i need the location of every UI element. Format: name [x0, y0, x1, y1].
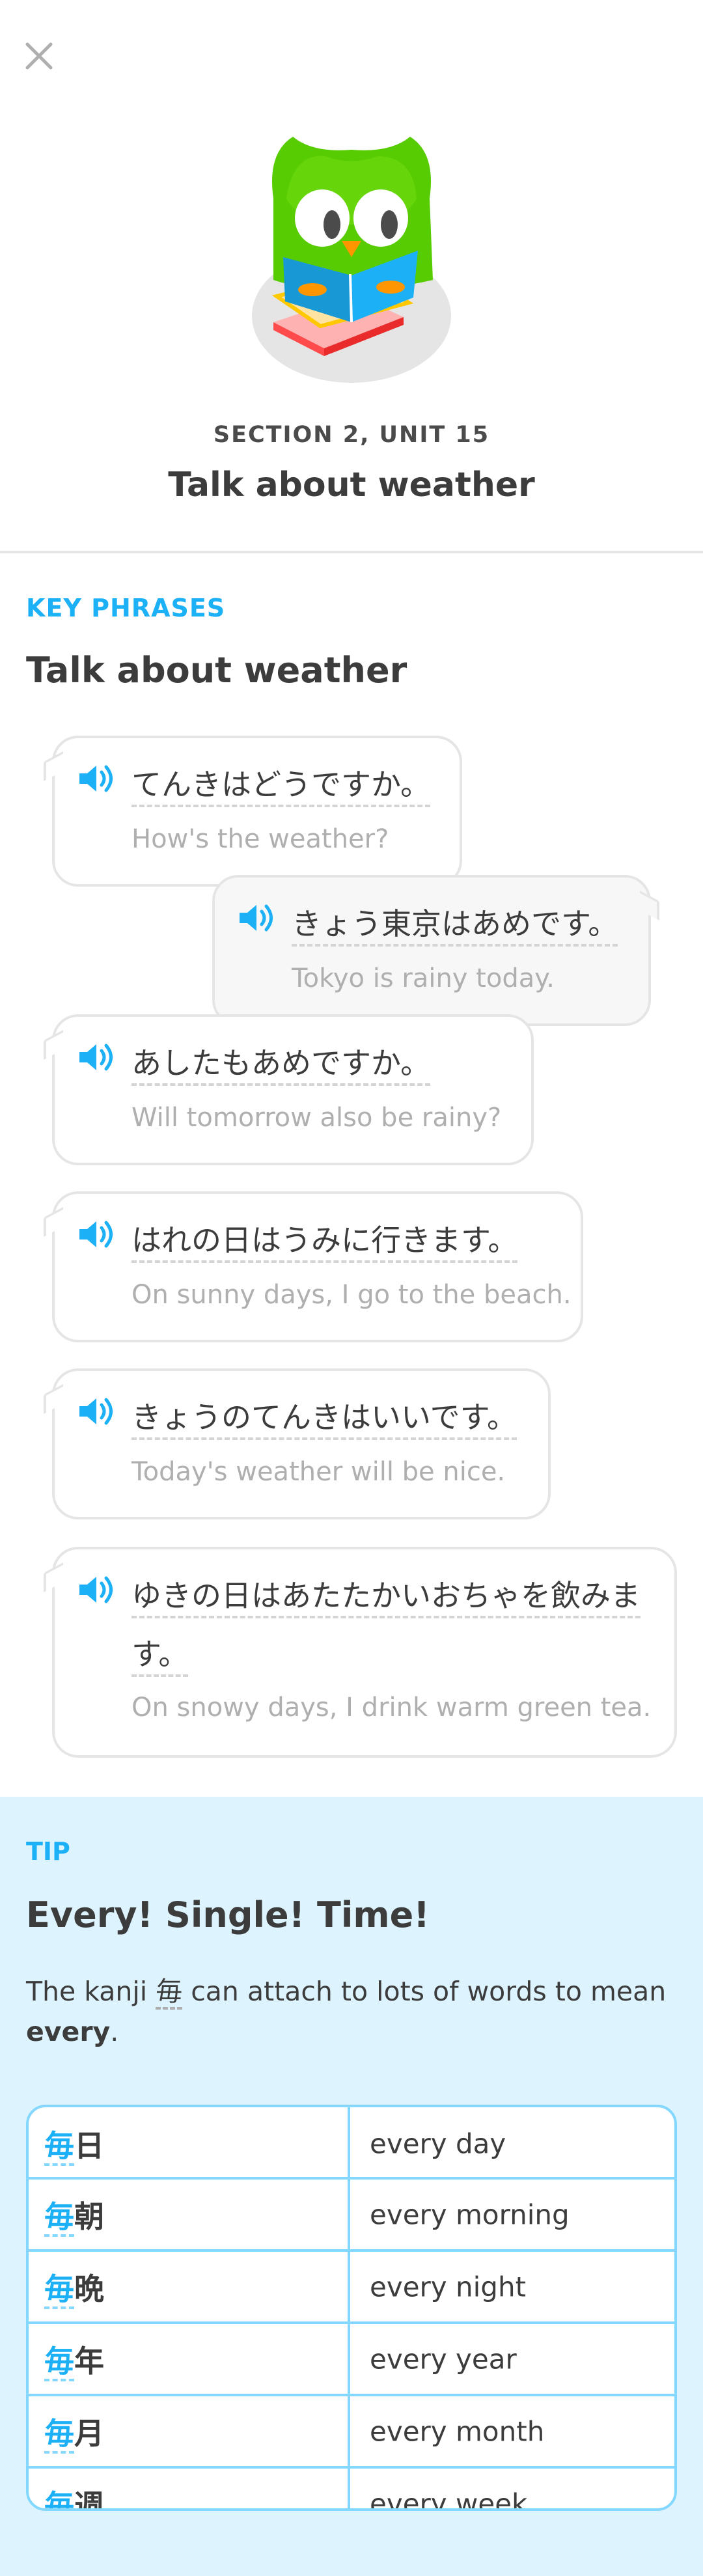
kanji-word[interactable]: 毎週: [44, 2482, 104, 2508]
kanji-word[interactable]: 毎日: [44, 2122, 104, 2166]
phrase-japanese[interactable]: はれの日はうみに行きます。: [131, 1211, 557, 1269]
phrase-bubble: はれの日はうみに行きます。 On sunny days, I go to the…: [44, 1191, 583, 1342]
table-row: 毎晩 every night: [29, 2249, 674, 2321]
table-row: 毎年 every year: [29, 2321, 674, 2394]
kanji-word[interactable]: 毎朝: [44, 2193, 104, 2237]
kanji-meaning: every year: [370, 2343, 517, 2375]
unit-header: SECTION 2, UNIT 15 Talk about weather: [0, 0, 703, 552]
phrase-japanese[interactable]: ゆきの日はあたたかいおちゃを飲みま す。: [131, 1566, 651, 1683]
kanji-meaning: every night: [370, 2271, 527, 2303]
speaker-icon[interactable]: [77, 1573, 117, 1607]
speaker-icon[interactable]: [237, 901, 277, 935]
speaker-icon[interactable]: [77, 762, 117, 796]
phrase-translation: Will tomorrow also be rainy?: [131, 1103, 502, 1133]
phrase-bubble: あしたもあめですか。 Will tomorrow also be rainy?: [44, 1014, 534, 1165]
kanji-meaning: every morning: [370, 2198, 570, 2230]
key-phrases-title: Talk about weather: [26, 650, 407, 691]
tip-title: Every! Single! Time!: [26, 1894, 430, 1935]
phrase-translation: How's the weather?: [131, 824, 389, 854]
phrase-translation: Tokyo is rainy today.: [292, 963, 555, 993]
phrase-bubble: てんきはどうですか。 How's the weather?: [44, 736, 462, 887]
phrase-translation: Today's weather will be nice.: [131, 1457, 506, 1487]
tip-body: The kanji 毎 can attach to lots of words …: [26, 1976, 667, 2047]
table-row: 毎朝 every morning: [29, 2177, 674, 2249]
kanji-word[interactable]: 毎年: [44, 2338, 104, 2381]
phrase-japanese[interactable]: きょう東京はあめです。: [292, 894, 625, 953]
unit-title: Talk about weather: [168, 465, 535, 505]
divider: [0, 551, 703, 553]
phrase-bubble: きょうのてんきはいいです。 Today's weather will be ni…: [44, 1368, 551, 1519]
table-row: 毎月 every month: [29, 2394, 674, 2466]
tip-kanji[interactable]: 毎: [156, 1976, 183, 2010]
phrase-japanese[interactable]: あしたもあめですか。: [131, 1034, 508, 1092]
kanji-meaning: every month: [370, 2415, 545, 2447]
tip-section: TIP Every! Single! Time! The kanji 毎 can…: [0, 1797, 703, 2576]
kanji-word[interactable]: 毎月: [44, 2410, 104, 2454]
close-icon[interactable]: [20, 36, 59, 76]
kanji-meaning: every day: [370, 2127, 506, 2159]
phrase-japanese[interactable]: きょうのてんきはいいです。: [131, 1388, 525, 1447]
kanji-table: 毎日 every day 毎朝 every morning 毎晩 every n…: [26, 2105, 677, 2511]
section-label: SECTION 2, UNIT 15: [213, 422, 490, 448]
phrase-translation: On snowy days, I drink warm green tea.: [131, 1693, 652, 1723]
table-row: 毎日 every day: [29, 2107, 674, 2180]
key-phrases-label: KEY PHRASES: [26, 594, 226, 622]
phrase-translation: On sunny days, I go to the beach.: [131, 1280, 572, 1310]
phrase-bubble: きょう東京はあめです。 Tokyo is rainy today.: [212, 875, 659, 1026]
tip-label: TIP: [26, 1837, 70, 1866]
speaker-icon[interactable]: [77, 1217, 117, 1251]
table-row: 毎週 every week: [29, 2466, 674, 2511]
kanji-word[interactable]: 毎晩: [44, 2265, 104, 2309]
owl-mascot-reading-icon: [252, 137, 451, 383]
kanji-meaning: every week: [370, 2487, 528, 2511]
speaker-icon[interactable]: [77, 1394, 117, 1428]
speaker-icon[interactable]: [77, 1040, 117, 1074]
phrase-bubble: ゆきの日はあたたかいおちゃを飲みま す。 On snowy days, I dri…: [44, 1547, 677, 1758]
phrase-japanese[interactable]: てんきはどうですか。: [131, 755, 436, 814]
